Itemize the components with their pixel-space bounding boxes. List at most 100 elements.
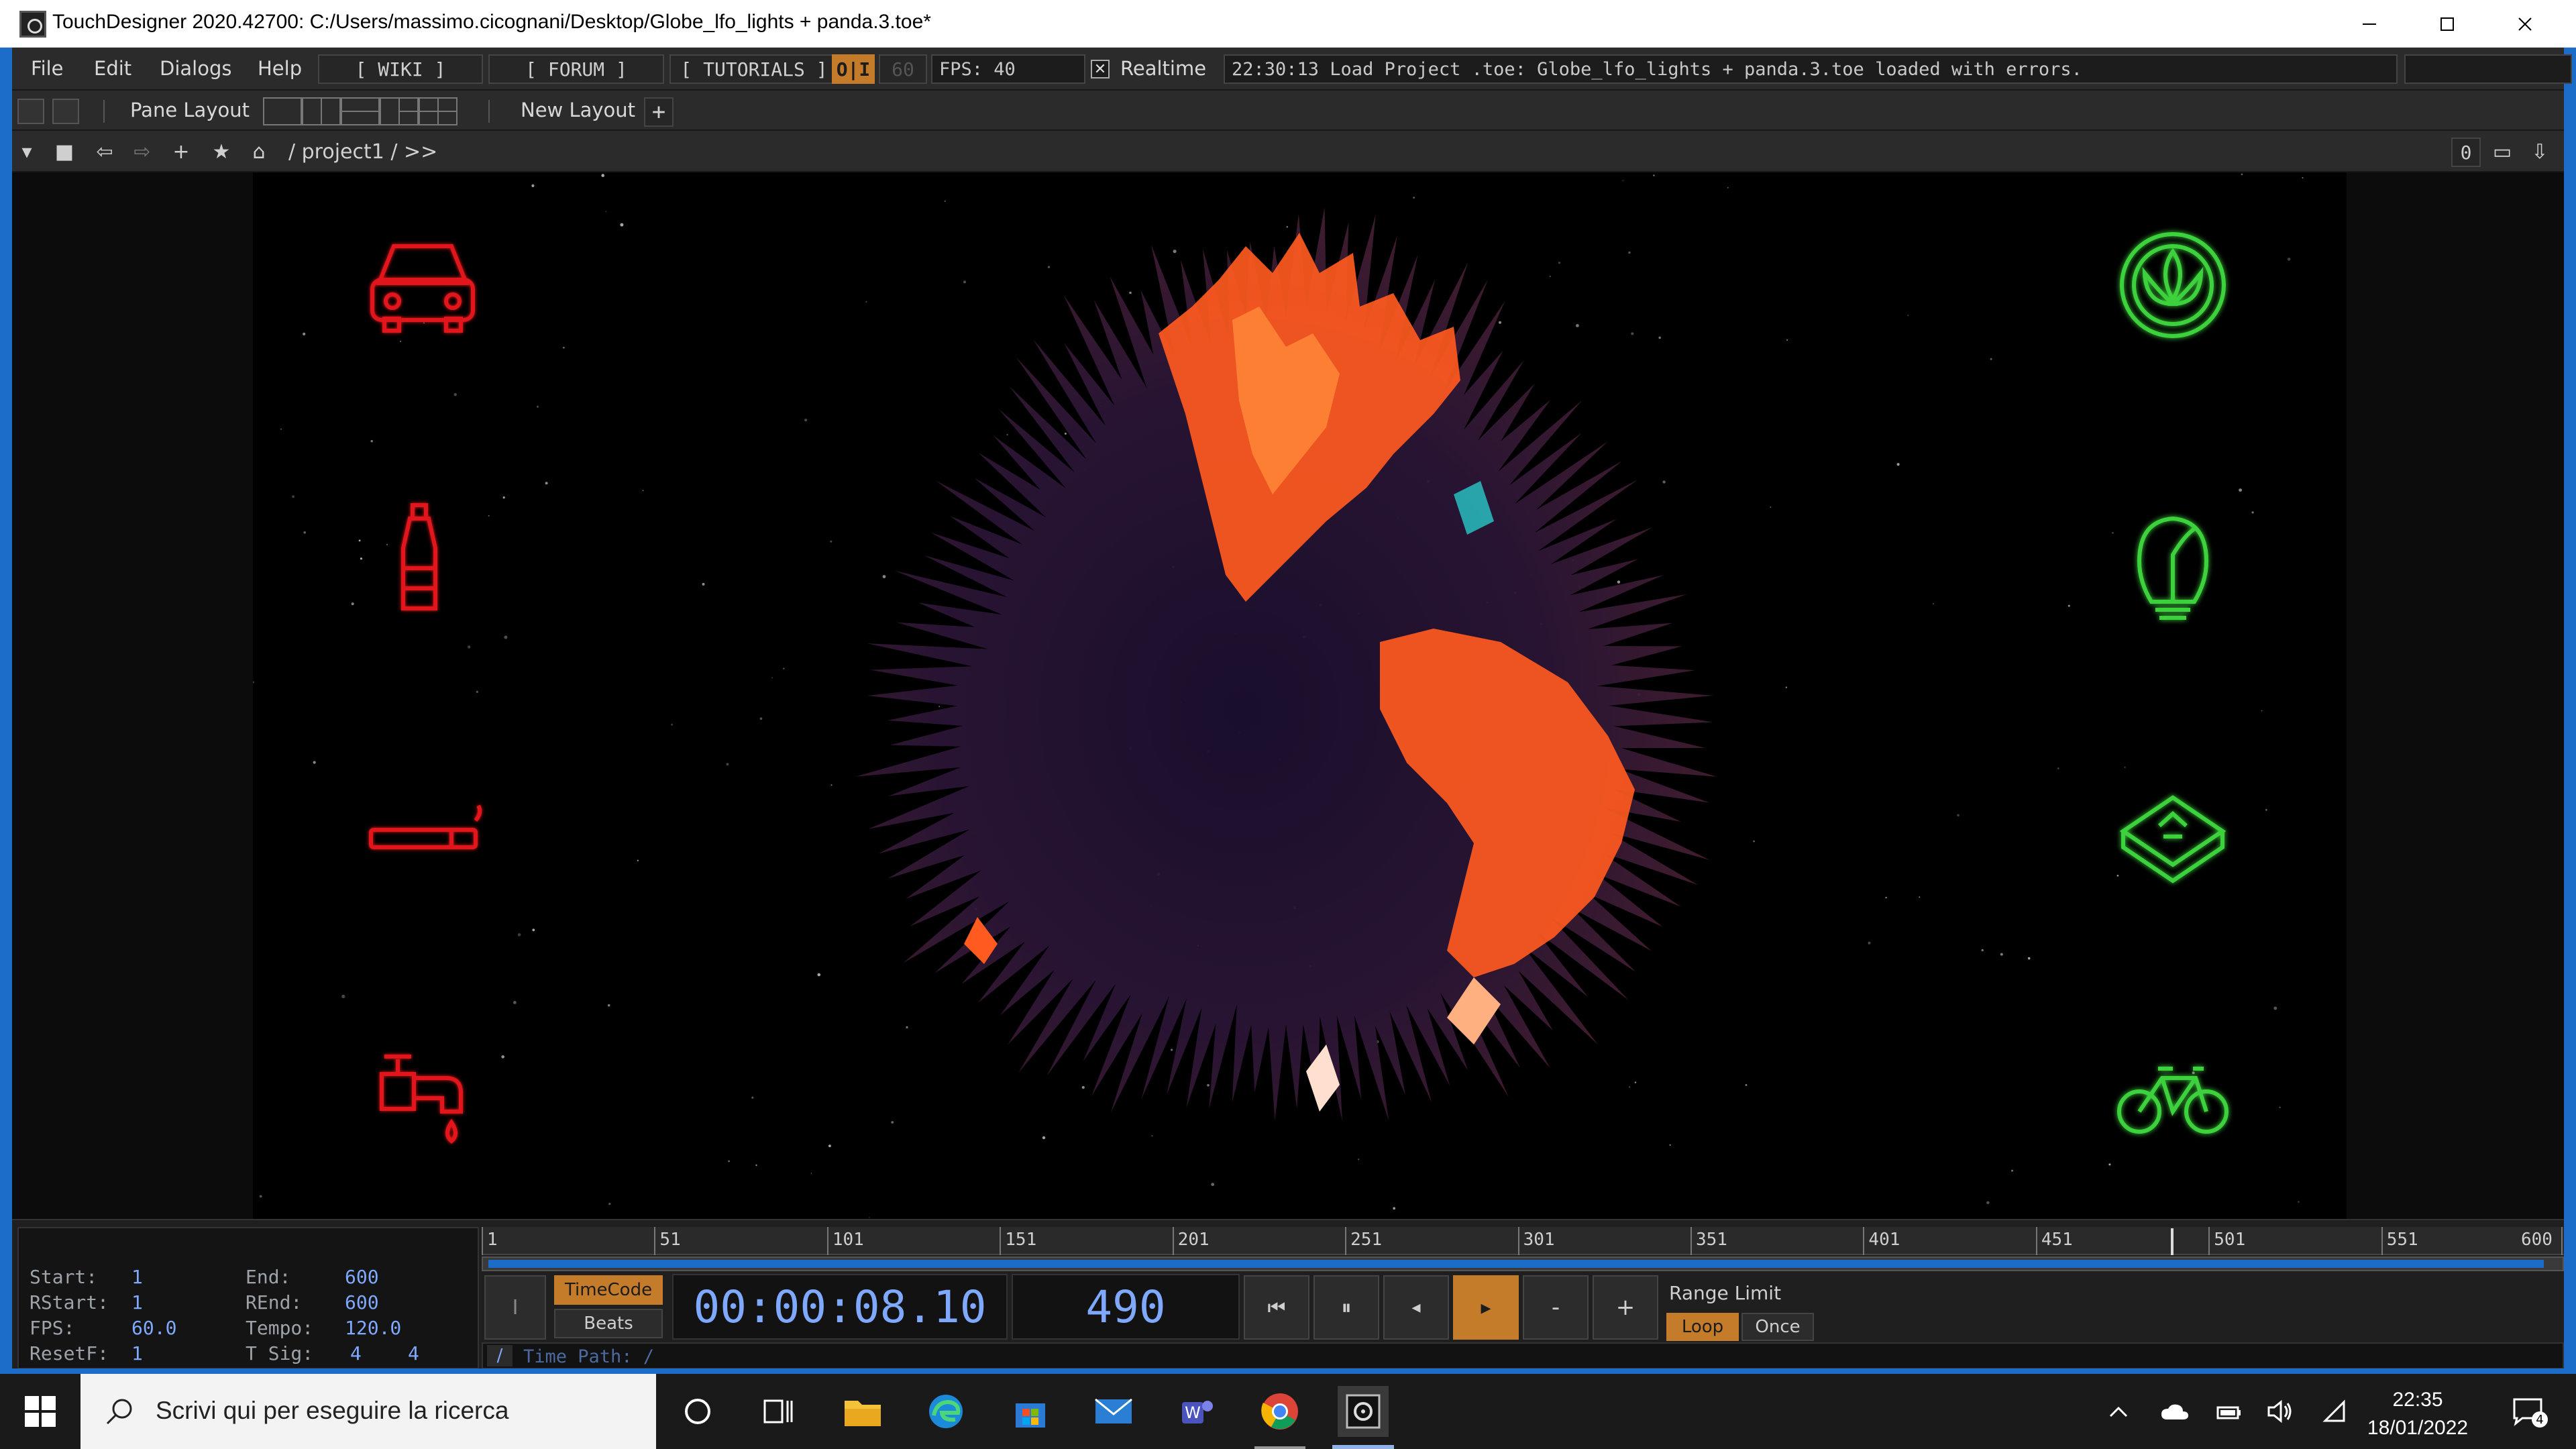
taskbar-search-box[interactable]: Scrivi qui per eseguire la ricerca <box>80 1374 656 1449</box>
step-back-button[interactable]: ◂ <box>1383 1275 1449 1340</box>
ruler-tick: 501 <box>2208 1227 2245 1255</box>
realtime-checkbox[interactable]: ✕ <box>1091 60 1110 78</box>
window-bottom-border <box>0 1368 2576 1374</box>
perform-mode-toggle[interactable]: O|I <box>832 54 875 84</box>
menu-help[interactable]: Help <box>258 57 302 80</box>
mail-button[interactable] <box>1088 1386 1139 1437</box>
tempo-value[interactable]: 120.0 <box>345 1317 401 1339</box>
network-path[interactable]: / project1 / >> <box>288 140 437 164</box>
timeline-scrollbar[interactable] <box>482 1256 2564 1271</box>
teams-button[interactable]: W <box>1171 1386 1222 1437</box>
notifications-button[interactable]: 4 <box>2508 1395 2548 1428</box>
timecode-display[interactable]: 00:00:08.10 <box>672 1274 1008 1340</box>
touchdesigner-taskbar-button[interactable] <box>1338 1386 1389 1437</box>
chevron-down-icon[interactable]: ▾ <box>12 138 42 166</box>
bookmark-star-icon[interactable]: ★ <box>207 138 236 166</box>
windows-logo-icon <box>25 1396 56 1427</box>
network-tray-button[interactable] <box>2318 1395 2351 1428</box>
add-layout-button[interactable]: + <box>644 97 674 127</box>
rewind-button[interactable]: ⏮ <box>1244 1275 1309 1340</box>
ruler-tick: 301 <box>1517 1227 1555 1255</box>
layout-quad-icon[interactable] <box>419 97 458 125</box>
window-titlebar[interactable]: TouchDesigner 2020.42700: C:/Users/massi… <box>0 0 2576 48</box>
status-extra-field <box>2404 54 2572 84</box>
file-explorer-button[interactable] <box>837 1386 888 1437</box>
frame-display[interactable]: 490 <box>1012 1274 1240 1340</box>
system-clock[interactable]: 22:35 18/01/2022 <box>2357 1386 2478 1442</box>
chevron-up-icon <box>2109 1406 2128 1417</box>
notification-count-badge: 4 <box>2532 1411 2548 1428</box>
wiki-button[interactable]: [ WIKI ] <box>318 54 483 84</box>
rend-value[interactable]: 600 <box>345 1291 379 1313</box>
time-path-root-button[interactable]: / <box>487 1345 513 1366</box>
home-icon[interactable]: ⌂ <box>244 138 274 166</box>
stop-icon[interactable]: ■ <box>50 138 79 166</box>
window-left-border <box>0 48 12 1373</box>
timeline-scroll-thumb[interactable] <box>488 1260 2544 1268</box>
pane-counter[interactable]: 0 <box>2451 138 2481 167</box>
network-view-icon[interactable] <box>17 99 44 124</box>
maximize-button[interactable] <box>2408 0 2486 48</box>
resetf-value[interactable]: 1 <box>131 1342 143 1364</box>
viewer-pane[interactable] <box>12 172 2564 1219</box>
add-icon[interactable]: + <box>166 138 196 166</box>
layout-split-horizontal-icon[interactable] <box>341 97 380 125</box>
battery-tray-button[interactable] <box>2212 1395 2245 1428</box>
close-button[interactable] <box>2486 0 2564 48</box>
layout-three-icon[interactable] <box>380 97 419 125</box>
minimize-button[interactable] <box>2330 0 2408 48</box>
pane-options-icon[interactable] <box>52 99 79 124</box>
ruler-tick: 401 <box>1863 1227 1900 1255</box>
render-output[interactable] <box>253 172 2347 1219</box>
faucet-icon <box>380 1055 463 1144</box>
fps-value[interactable]: 60.0 <box>131 1317 176 1339</box>
chrome-button[interactable] <box>1254 1386 1305 1437</box>
layout-split-vertical-icon[interactable] <box>302 97 341 125</box>
ruler-tick-label: 201 <box>1177 1230 1210 1250</box>
timecode-toggle[interactable]: TimeCode <box>554 1275 663 1305</box>
lightbulb-leaf-icon <box>2137 516 2209 620</box>
timeline-ruler[interactable]: 1 51 101 151 201 251 301 351 401 451 501 551 600 <box>482 1227 2564 1255</box>
pause-button[interactable]: ⏸ <box>1313 1275 1379 1340</box>
loop-toggle[interactable]: Loop <box>1666 1313 1739 1341</box>
show-hidden-icons-button[interactable] <box>2102 1395 2135 1428</box>
timeline-cursor-button[interactable]: I <box>484 1275 546 1340</box>
edge-browser-button[interactable] <box>920 1386 971 1437</box>
bicycle-icon <box>2117 1067 2229 1134</box>
fps-label: FPS: <box>30 1317 75 1339</box>
step-minus-button[interactable]: - <box>1523 1275 1589 1340</box>
pin-icon[interactable]: ⇩ <box>2525 138 2555 166</box>
step-plus-button[interactable]: + <box>1593 1275 1658 1340</box>
menu-edit[interactable]: Edit <box>94 57 131 80</box>
onedrive-tray-button[interactable] <box>2159 1395 2191 1428</box>
store-button[interactable] <box>1005 1386 1056 1437</box>
time-path-field[interactable]: / Time Path: / <box>482 1342 2564 1369</box>
tsig-denominator[interactable]: 4 <box>408 1342 419 1364</box>
menu-file[interactable]: File <box>31 57 64 80</box>
rstart-value[interactable]: 1 <box>131 1291 143 1313</box>
tutorials-button[interactable]: [ TUTORIALS ] <box>669 54 839 84</box>
start-value[interactable]: 1 <box>131 1266 143 1288</box>
tempo-label: Tempo: <box>246 1317 314 1339</box>
fps-readout: FPS: 40 <box>931 54 1085 84</box>
layout-single-icon[interactable] <box>263 97 302 125</box>
back-icon[interactable]: ⇦ <box>90 138 119 166</box>
time-settings-box[interactable]: Start: 1 RStart: 1 FPS: 60.0 ResetF: 1 E… <box>17 1227 479 1369</box>
window-title: TouchDesigner 2020.42700: C:/Users/massi… <box>52 11 931 33</box>
forum-button[interactable]: [ FORUM ] <box>488 54 664 84</box>
menu-dialogs[interactable]: Dialogs <box>160 57 231 80</box>
fps-target-field[interactable]: 60 <box>879 54 927 84</box>
beats-toggle[interactable]: Beats <box>554 1309 663 1338</box>
forward-icon[interactable]: ⇨ <box>127 138 157 166</box>
maximize-pane-icon[interactable]: ▭ <box>2487 138 2517 166</box>
new-layout-label[interactable]: New Layout <box>521 99 635 121</box>
end-value[interactable]: 600 <box>345 1266 379 1288</box>
cortana-button[interactable] <box>672 1386 723 1437</box>
task-view-button[interactable] <box>753 1386 804 1437</box>
play-button[interactable]: ▸ <box>1453 1275 1519 1340</box>
once-toggle[interactable]: Once <box>1741 1313 1814 1341</box>
volume-tray-button[interactable] <box>2263 1395 2296 1428</box>
start-button[interactable] <box>0 1374 80 1449</box>
playhead[interactable] <box>2170 1228 2174 1255</box>
tsig-numerator[interactable]: 4 <box>350 1342 362 1364</box>
